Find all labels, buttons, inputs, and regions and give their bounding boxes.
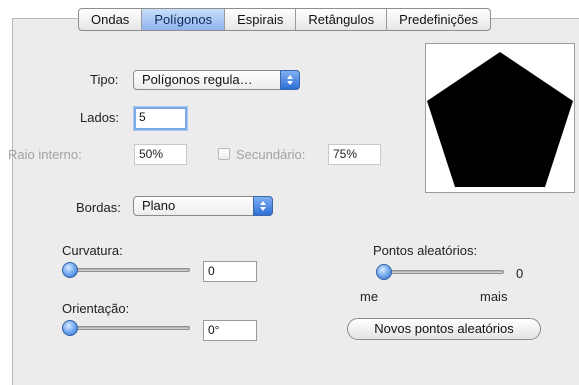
tab-predefinicoes[interactable]: Predefinições bbox=[387, 9, 490, 30]
curvature-label: Curvatura: bbox=[62, 243, 123, 258]
tab-bar: Ondas Polígonos Espirais Retângulos Pred… bbox=[78, 8, 491, 31]
random-points-slider-knob[interactable] bbox=[376, 264, 392, 280]
orientation-input[interactable]: 0° bbox=[203, 320, 257, 341]
borders-label: Bordas: bbox=[76, 200, 121, 215]
orientation-slider-knob[interactable] bbox=[62, 320, 78, 336]
random-points-label: Pontos aleatórios: bbox=[373, 243, 478, 258]
secondary-checkbox[interactable] bbox=[218, 148, 230, 160]
pentagon-shape bbox=[427, 52, 573, 187]
tab-espirais[interactable]: Espirais bbox=[225, 9, 297, 30]
random-points-value: 0 bbox=[516, 266, 524, 281]
random-points-max-label: mais bbox=[480, 289, 508, 304]
sides-label: Lados: bbox=[80, 110, 120, 125]
inner-radius-input[interactable]: 50% bbox=[134, 144, 187, 165]
orientation-label: Orientação: bbox=[62, 301, 130, 316]
type-label: Tipo: bbox=[90, 72, 119, 87]
type-popup[interactable]: Polígonos regula… bbox=[133, 70, 300, 90]
secondary-label: Secundário: bbox=[236, 147, 306, 162]
popup-arrows-icon bbox=[253, 196, 273, 216]
random-points-min-label: me bbox=[360, 289, 379, 304]
secondary-input[interactable]: 75% bbox=[328, 144, 381, 165]
curvature-input[interactable]: 0 bbox=[203, 261, 257, 282]
curvature-slider-track[interactable] bbox=[64, 268, 190, 272]
tab-poligonos[interactable]: Polígonos bbox=[142, 9, 226, 30]
shape-preview bbox=[425, 43, 575, 193]
curvature-slider-knob[interactable] bbox=[62, 262, 78, 278]
random-points-slider-track[interactable] bbox=[378, 270, 504, 274]
popup-arrows-icon bbox=[280, 70, 300, 90]
tab-retangulos[interactable]: Retângulos bbox=[296, 9, 388, 30]
borders-popup[interactable]: Plano bbox=[133, 196, 273, 216]
new-random-points-button[interactable]: Novos pontos aleatórios bbox=[347, 318, 541, 340]
tab-ondas[interactable]: Ondas bbox=[79, 9, 143, 30]
borders-value: Plano bbox=[142, 198, 176, 213]
type-value: Polígonos regula… bbox=[142, 72, 253, 87]
orientation-slider-track[interactable] bbox=[64, 326, 190, 330]
inner-radius-label: Raio interno: bbox=[8, 147, 82, 162]
sides-input[interactable]: 5 bbox=[134, 107, 187, 130]
